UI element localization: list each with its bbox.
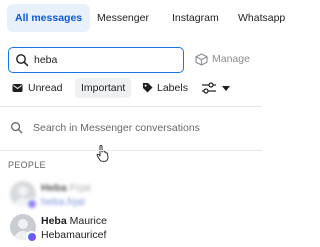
people-section-title: PEOPLE <box>8 160 46 170</box>
messenger-badge-icon <box>26 198 37 209</box>
person-result[interactable]: Heba Frjat heba.frjat <box>8 181 262 211</box>
filter-labels-label: Labels <box>157 82 188 94</box>
filter-unread-label: Unread <box>28 82 63 94</box>
channel-tabs: All messages Messenger Instagram Whatsap… <box>0 0 285 36</box>
manage-label: Manage <box>212 53 250 65</box>
search-icon <box>16 54 29 67</box>
cube-icon <box>195 53 208 66</box>
search-value: heba <box>34 54 58 66</box>
search-icon <box>11 122 23 134</box>
divider <box>0 106 262 107</box>
search-input[interactable]: heba <box>8 47 184 73</box>
filter-chips: Unread Important Labels <box>8 78 262 100</box>
tab-instagram[interactable]: Instagram <box>172 4 219 32</box>
filter-important[interactable]: Important <box>75 78 132 98</box>
messenger-badge-icon <box>26 231 37 242</box>
tab-messenger[interactable]: Messenger <box>97 4 149 32</box>
person-name: Heba Maurice <box>41 215 107 227</box>
chevron-down-icon <box>222 86 230 91</box>
filter-sliders-icon <box>202 82 216 94</box>
filter-options-button[interactable] <box>201 78 241 98</box>
envelope-icon <box>12 84 23 92</box>
divider <box>0 150 262 151</box>
hand-cursor-icon <box>96 145 109 162</box>
person-handle: Hebamauricef <box>41 229 107 241</box>
person-handle: heba.frjat <box>41 196 85 208</box>
search-messenger-conversations[interactable]: Search in Messenger conversations <box>8 118 262 138</box>
person-result[interactable]: Heba Maurice Hebamauricef <box>8 214 262 244</box>
search-messenger-label: Search in Messenger conversations <box>33 122 200 134</box>
person-name: Heba Frjat <box>41 182 91 194</box>
tab-whatsapp[interactable]: Whatsapp <box>238 4 285 32</box>
tab-all-messages[interactable]: All messages <box>7 4 91 32</box>
tag-icon <box>143 83 153 93</box>
search-row: heba Manage <box>8 47 262 75</box>
